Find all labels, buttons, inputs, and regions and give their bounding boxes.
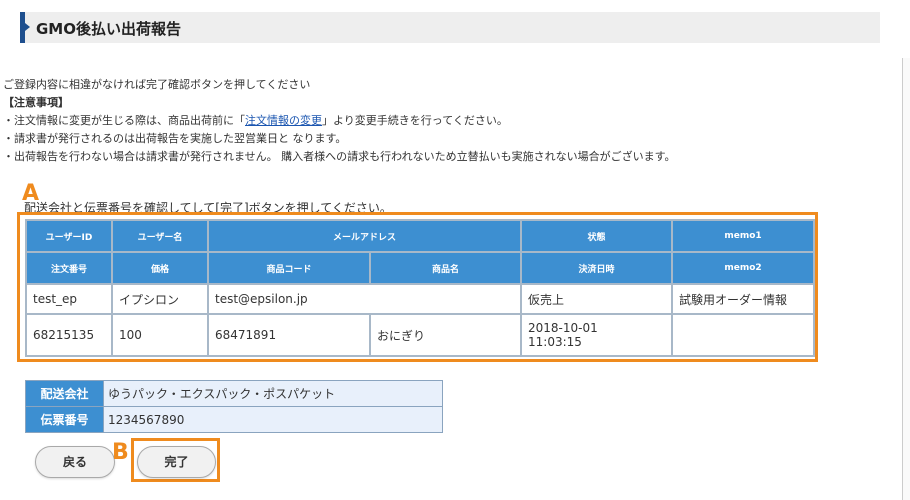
table-row: test_ep イプシロン test@epsilon.jp 仮売上 試験用オーダ… <box>25 283 816 315</box>
header-user-name: ユーザー名 <box>111 219 209 253</box>
annotation-label-a: A <box>22 181 40 206</box>
table-row: 68215135 100 68471891 おにぎり 2018-10-01 11:… <box>25 313 816 357</box>
notice-item-1-pre: ・注文情報に変更が生じる際は、商品出荷前に「 <box>3 114 245 127</box>
header-memo1: memo1 <box>671 219 816 253</box>
page-title: GMO後払い出荷報告 <box>36 20 181 38</box>
cell-product-name: おにぎり <box>368 313 523 357</box>
header-chevron-icon <box>25 23 30 31</box>
notice-item-2: ・請求書が発行されるのは出荷報告を実施した翌営業日と なります。 <box>3 132 347 145</box>
header-price: 価格 <box>111 251 209 285</box>
paid-at-date: 2018-10-01 <box>528 321 598 335</box>
slip-value: 1234567890 <box>103 406 443 433</box>
page-header: GMO後払い出荷報告 <box>20 12 880 43</box>
carrier-row: 配送会社 ゆうパック・エクスパック・ポスパケット <box>25 380 443 407</box>
cell-email: test@epsilon.jp <box>206 283 523 315</box>
slip-label: 伝票番号 <box>25 406 104 433</box>
notice-section: ご登録内容に相違がなければ完了確認ボタンを押してください 【注意事項】 ・注文情… <box>3 76 676 166</box>
slip-row: 伝票番号 1234567890 <box>25 406 443 433</box>
header-status: 状態 <box>520 219 674 253</box>
paid-at-time: 11:03:15 <box>528 335 582 349</box>
notice-item-3: ・出荷報告を行わない場合は請求書が発行されません。 購入者様への請求も行われない… <box>3 150 676 163</box>
cell-price: 100 <box>111 313 209 357</box>
back-button[interactable]: 戻る <box>35 446 115 478</box>
shipping-info-table: 配送会社 ゆうパック・エクスパック・ポスパケット 伝票番号 1234567890 <box>25 380 443 433</box>
intro-text: ご登録内容に相違がなければ完了確認ボタンを押してください <box>3 78 311 91</box>
header-order-no: 注文番号 <box>25 251 113 285</box>
cell-memo2 <box>671 313 816 357</box>
header-memo2: memo2 <box>671 251 816 285</box>
order-info-table: ユーザーID ユーザー名 メールアドレス 状態 memo1 注文番号 価格 商品… <box>25 219 816 357</box>
notice-item-1-post: 」より変更手続きを行ってください。 <box>322 114 508 127</box>
cell-memo1: 試験用オーダー情報 <box>671 283 816 315</box>
header-product-code: 商品コード <box>207 251 371 285</box>
cell-user-id: test_ep <box>25 283 113 315</box>
order-change-link[interactable]: 注文情報の変更 <box>245 114 322 127</box>
cell-order-no: 68215135 <box>25 313 113 357</box>
table-header-row: ユーザーID ユーザー名 メールアドレス 状態 memo1 <box>25 219 816 253</box>
annotation-label-b: B <box>112 440 129 465</box>
header-user-id: ユーザーID <box>25 219 113 253</box>
cell-product-code: 68471891 <box>207 313 371 357</box>
complete-button[interactable]: 完了 <box>137 446 216 478</box>
table-header-row: 注文番号 価格 商品コード 商品名 決済日時 memo2 <box>25 251 816 285</box>
scrollbar[interactable] <box>902 58 910 500</box>
notice-heading: 【注意事項】 <box>3 96 69 109</box>
header-email: メールアドレス <box>206 219 523 253</box>
carrier-value: ゆうパック・エクスパック・ポスパケット <box>103 380 443 407</box>
header-paid-at: 決済日時 <box>520 251 674 285</box>
carrier-label: 配送会社 <box>25 380 104 407</box>
cell-paid-at: 2018-10-01 11:03:15 <box>520 313 674 357</box>
cell-status: 仮売上 <box>520 283 674 315</box>
cell-user-name: イプシロン <box>111 283 209 315</box>
header-product-name: 商品名 <box>368 251 523 285</box>
notice-item-1: ・注文情報に変更が生じる際は、商品出荷前に「注文情報の変更」より変更手続きを行っ… <box>3 112 676 130</box>
